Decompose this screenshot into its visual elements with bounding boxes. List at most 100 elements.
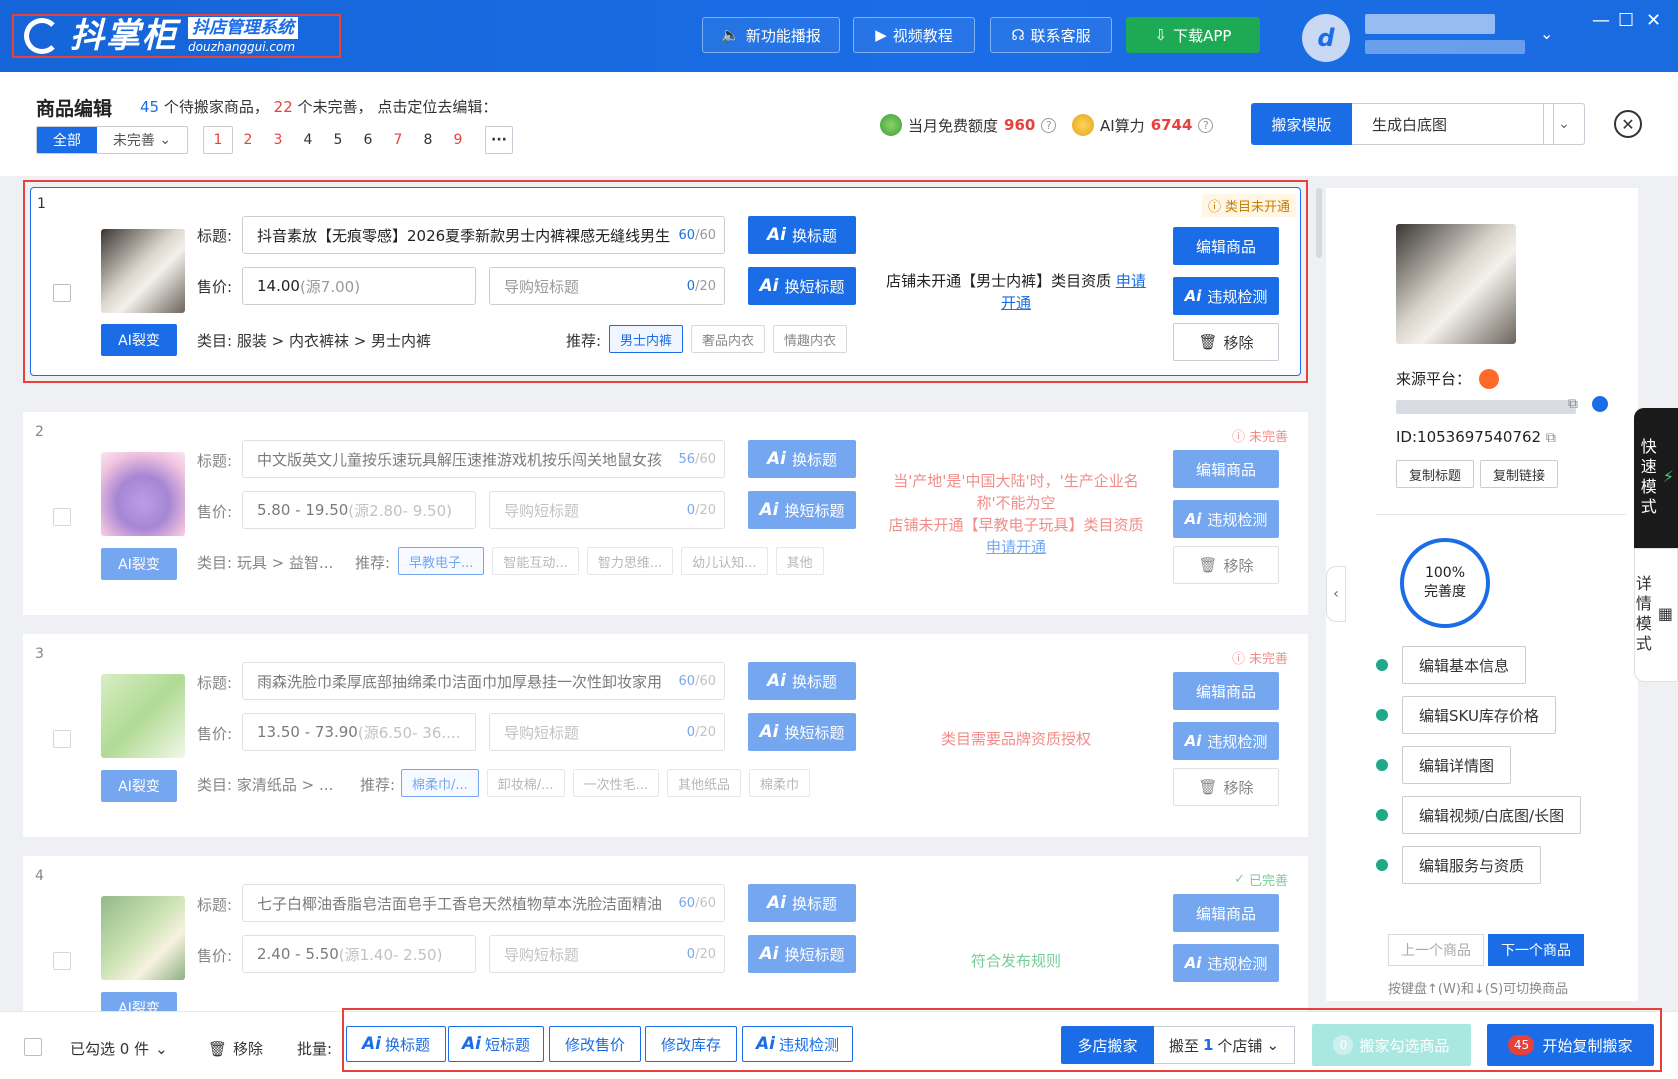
price-input[interactable]: 13.50 - 73.90 (源6.50- 36.... [242, 713, 476, 751]
product-image[interactable] [101, 896, 185, 980]
step-basic-info[interactable]: 编辑基本信息 [1376, 646, 1527, 684]
tag[interactable]: 早教电子... [398, 547, 485, 575]
collapse-panel-button[interactable]: ‹ [1326, 566, 1346, 622]
page-3[interactable]: 3 [263, 126, 293, 154]
violation-check-button[interactable]: Ai 违规检测 [1173, 500, 1279, 538]
template-button[interactable]: 搬家模版 [1251, 103, 1352, 145]
copy-link-button[interactable]: 复制链接 [1480, 460, 1558, 488]
app-logo[interactable]: 抖掌柜 抖店管理系统 douzhanggui.com [12, 14, 341, 58]
tag[interactable]: 其他纸品 [666, 769, 741, 797]
page-6[interactable]: 6 [353, 126, 383, 154]
item-card[interactable]: 3 ⓘ 未完善 AI裂变 标题: 雨森洗脸巾柔厚底部抽绵柔巾洁面巾加厚悬挂一次性卸… [23, 634, 1308, 837]
item-card[interactable]: 1 ⓘ 类目未开通 AI裂变 标题: 抖音素放【无痕零感】2026夏季新款男士内裤… [23, 180, 1308, 383]
ai-split-button[interactable]: AI裂变 [101, 992, 177, 1011]
edit-product-button[interactable]: 编辑商品 [1173, 894, 1279, 932]
chevron-down-icon[interactable]: ⌄ [1540, 24, 1553, 43]
maximize-icon[interactable]: ☐ [1618, 10, 1634, 31]
minimize-icon[interactable]: — [1592, 10, 1610, 31]
short-title-input[interactable]: 导购短标题 0/20 [489, 713, 725, 751]
chat-icon[interactable] [1592, 396, 1608, 412]
title-input[interactable]: 七子白椰油香脂皂洁面皂手工香皂天然植物草本洗脸洁面精油 60/60 [242, 884, 725, 922]
batch-violation-check-button[interactable]: Ai 违规检测 [742, 1026, 853, 1062]
product-image[interactable] [101, 674, 185, 758]
copy-icon[interactable]: ⧉ [1568, 396, 1578, 412]
item-checkbox[interactable] [53, 952, 71, 970]
price-input[interactable]: 2.40 - 5.50 (源1.40- 2.50) [242, 935, 476, 973]
tag[interactable]: 智能互动... [492, 547, 579, 575]
step-detail-images[interactable]: 编辑详情图 [1376, 746, 1512, 784]
contact-support-button[interactable]: ☊ 联系客服 [990, 17, 1112, 53]
move-selected-button[interactable]: 0 搬家勾选商品 [1312, 1024, 1471, 1066]
ai-split-button[interactable]: AI裂变 [101, 770, 177, 802]
download-app-button[interactable]: ⇩ 下载APP [1126, 17, 1260, 53]
edit-product-button[interactable]: 编辑商品 [1173, 672, 1279, 710]
item-checkbox[interactable] [53, 730, 71, 748]
more-pages-button[interactable]: ··· [485, 126, 513, 154]
batch-short-title-button[interactable]: Ai 短标题 [448, 1026, 544, 1062]
select-all-checkbox[interactable] [24, 1038, 42, 1056]
tag[interactable]: 卸妆棉/... [486, 769, 565, 797]
change-title-button[interactable]: Ai 换标题 [748, 216, 856, 254]
step-media[interactable]: 编辑视频/白底图/长图 [1376, 796, 1582, 834]
new-features-button[interactable]: 🔈 新功能播报 [702, 17, 840, 53]
item-checkbox[interactable] [53, 284, 71, 302]
tag[interactable]: 其他 [775, 547, 824, 575]
page-9[interactable]: 9 [443, 126, 473, 154]
ai-split-button[interactable]: AI裂变 [101, 324, 177, 356]
change-title-button[interactable]: Ai 换标题 [748, 440, 856, 478]
tag[interactable]: 棉柔巾/... [401, 769, 479, 797]
title-input[interactable]: 雨森洗脸巾柔厚底部抽绵柔巾洁面巾加厚悬挂一次性卸妆家用 60/60 [242, 662, 725, 700]
page-2[interactable]: 2 [233, 126, 263, 154]
change-short-title-button[interactable]: Ai 换短标题 [748, 491, 856, 529]
change-title-button[interactable]: Ai 换标题 [748, 884, 856, 922]
remove-button[interactable]: 🗑 移除 [1173, 546, 1279, 584]
batch-edit-stock-button[interactable]: 修改库存 [645, 1026, 737, 1062]
item-card[interactable]: 4 ✓ 已完善 AI裂变 标题: 七子白椰油香脂皂洁面皂手工香皂天然植物草本洗脸洁… [23, 856, 1308, 1011]
short-title-input[interactable]: 导购短标题 0/20 [489, 935, 725, 973]
chevron-down-icon[interactable]: ⌄ [1543, 103, 1585, 145]
title-input[interactable]: 中文版英文儿童按乐速玩具解压速推游戏机按乐闯关地鼠女孩 56/60 [242, 440, 725, 478]
change-short-title-button[interactable]: Ai 换短标题 [748, 267, 856, 305]
item-card[interactable]: 2 ⓘ 未完善 AI裂变 标题: 中文版英文儿童按乐速玩具解压速推游戏机按乐闯关地… [23, 412, 1308, 615]
tag[interactable]: 智力思维... [586, 547, 674, 575]
tag[interactable]: 奢品内衣 [691, 325, 766, 353]
price-input[interactable]: 5.80 - 19.50 (源2.80- 9.50) [242, 491, 476, 529]
step-sku[interactable]: 编辑SKU库存价格 [1376, 696, 1556, 734]
next-product-button[interactable]: 下一个商品 [1488, 934, 1584, 966]
selected-count-dropdown[interactable]: 已勾选 0 件 ⌄ [70, 1038, 168, 1059]
batch-edit-price-button[interactable]: 修改售价 [549, 1026, 641, 1062]
help-icon[interactable]: ? [1041, 117, 1057, 133]
edit-product-button[interactable]: 编辑商品 [1173, 227, 1279, 265]
target-store-select[interactable]: 搬至 1 个店铺 ⌄ [1154, 1026, 1295, 1064]
batch-change-title-button[interactable]: Ai 换标题 [346, 1026, 446, 1062]
batch-remove-button[interactable]: 🗑 移除 [208, 1038, 263, 1059]
close-icon[interactable]: ✕ [1614, 110, 1642, 138]
page-5[interactable]: 5 [323, 126, 353, 154]
copy-title-button[interactable]: 复制标题 [1396, 460, 1474, 488]
item-checkbox[interactable] [53, 508, 71, 526]
close-window-icon[interactable]: ✕ [1646, 10, 1661, 31]
video-tutorial-button[interactable]: ▶ 视频教程 [853, 17, 975, 53]
tag[interactable]: 棉柔巾 [748, 769, 810, 797]
violation-check-button[interactable]: Ai 违规检测 [1173, 722, 1279, 760]
tab-detail-mode[interactable]: ▦ 详情模式 [1633, 548, 1678, 682]
template-select[interactable]: 生成白底图 [1352, 103, 1554, 145]
tag[interactable]: 幼儿认知... [681, 547, 768, 575]
change-short-title-button[interactable]: Ai 换短标题 [748, 935, 856, 973]
multi-store-button[interactable]: 多店搬家 [1061, 1026, 1154, 1064]
remove-button[interactable]: 🗑 移除 [1173, 768, 1279, 806]
page-8[interactable]: 8 [413, 126, 443, 154]
page-4[interactable]: 4 [293, 126, 323, 154]
short-title-input[interactable]: 导购短标题 0/20 [489, 267, 725, 305]
change-short-title-button[interactable]: Ai 换短标题 [748, 713, 856, 751]
scrollbar[interactable] [1316, 188, 1322, 258]
change-title-button[interactable]: Ai 换标题 [748, 662, 856, 700]
apply-link[interactable]: 申请开通 [986, 538, 1046, 556]
step-service[interactable]: 编辑服务与资质 [1376, 846, 1542, 884]
page-1[interactable]: 1 [203, 126, 233, 154]
copy-icon[interactable]: ⧉ [1546, 430, 1556, 446]
tag[interactable]: 男士内裤 [609, 325, 684, 353]
price-input[interactable]: 14.00 (源7.00) [242, 267, 476, 305]
tag[interactable]: 情趣内衣 [773, 325, 848, 353]
violation-check-button[interactable]: Ai 违规检测 [1173, 944, 1279, 982]
